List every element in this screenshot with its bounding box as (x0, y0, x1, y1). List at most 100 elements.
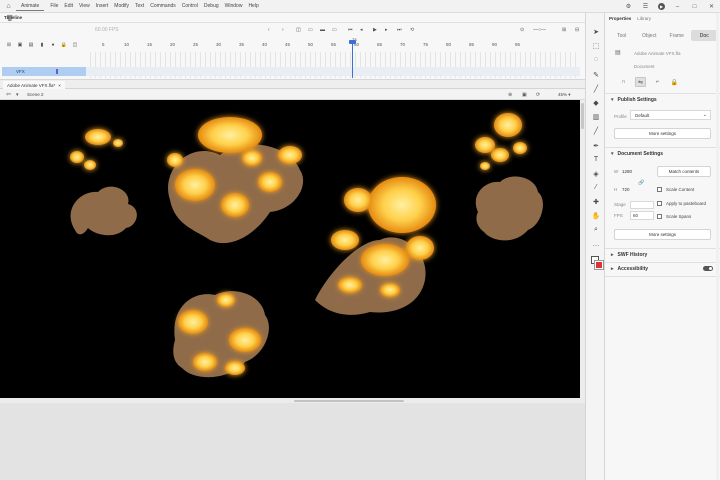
height-value[interactable]: 720 (622, 187, 630, 192)
accessibility-header[interactable]: ▸ Accessibility (611, 266, 648, 272)
go-last-icon[interactable]: ⏭ (397, 27, 402, 33)
highlight-layers-icon[interactable]: ▮ (39, 42, 45, 48)
accessibility-toggle[interactable] (703, 266, 713, 271)
eraser-tool-icon[interactable]: ◆ (591, 98, 601, 107)
snap-align-icon[interactable]: ⇋ (635, 77, 646, 87)
center-frame-icon[interactable]: ▭ (332, 27, 337, 33)
show-hide-icon[interactable]: ● (50, 42, 56, 48)
width-value[interactable]: 1280 (622, 169, 632, 174)
minimize-icon[interactable]: – (673, 2, 682, 11)
fit-icon[interactable]: ⊟ (575, 27, 579, 33)
onion-outline-icon[interactable]: ▭ (308, 27, 313, 33)
menu-help[interactable]: Help (248, 3, 258, 9)
publish-settings-header[interactable]: ▾ Publish Settings (611, 97, 657, 103)
profile-select[interactable]: Default ⌄ (630, 110, 711, 120)
go-first-icon[interactable]: ⏮ (348, 27, 353, 33)
outline-icon[interactable]: ◫ (72, 42, 78, 48)
more-tools-icon[interactable]: … (591, 240, 601, 249)
text-tool-icon[interactable]: T (591, 155, 601, 164)
link-icon[interactable]: 🔗 (638, 180, 644, 186)
camera-icon[interactable]: ⊙ (520, 27, 524, 33)
subtab-frame[interactable]: Frame (663, 30, 691, 41)
subtab-doc[interactable]: Doc (690, 30, 718, 41)
fps-field[interactable]: 60 (630, 211, 654, 220)
subtab-tool[interactable]: Tool (608, 30, 636, 41)
menu-debug[interactable]: Debug (204, 3, 219, 9)
lock-icon[interactable]: 🔒 (669, 77, 680, 87)
document-settings-header[interactable]: ▾ Document Settings (611, 151, 663, 157)
pencil-tool-icon[interactable]: ✎ (591, 70, 601, 79)
paint-bucket-tool-icon[interactable]: ◈ (591, 169, 601, 178)
play-icon[interactable]: ▶ (373, 27, 377, 33)
onion-skin-icon[interactable]: ◫ (296, 27, 301, 33)
document-more-settings-button[interactable]: More settings (614, 229, 711, 240)
line-tool-icon[interactable]: ╱ (591, 126, 601, 135)
workspace-icon[interactable]: ⚙ (624, 2, 633, 11)
playhead[interactable] (352, 42, 353, 78)
pen-tool-icon[interactable]: ✒ (591, 141, 601, 150)
menu-view[interactable]: View (79, 3, 90, 9)
menu-file[interactable]: File (50, 3, 58, 9)
fill-color-swatch[interactable] (594, 260, 604, 270)
layer-frames[interactable] (86, 67, 580, 76)
close-icon[interactable]: ✕ (707, 2, 716, 11)
match-contents-button[interactable]: Match contents (657, 166, 711, 177)
scale-content-checkbox[interactable] (657, 187, 662, 192)
test-movie-icon[interactable]: ▶ (658, 3, 665, 10)
selection-tool-icon[interactable]: ➤ (591, 27, 601, 36)
new-folder-icon[interactable]: ▣ (17, 42, 23, 48)
free-transform-tool-icon[interactable]: ⬚ (591, 41, 601, 50)
document-tab[interactable]: Adobe Animate VFX.fla* × (3, 81, 65, 89)
stage[interactable] (0, 100, 580, 398)
magnet-icon[interactable]: ∩ (618, 77, 629, 87)
new-layer-icon[interactable]: ⊞ (6, 42, 12, 48)
publish-more-settings-button[interactable]: More settings (614, 128, 711, 139)
maximize-icon[interactable]: □ (690, 2, 699, 11)
apply-pasteboard-checkbox[interactable] (657, 201, 662, 206)
stage-horizontal-thumb[interactable] (294, 400, 404, 402)
trash-icon[interactable]: 🗑 (6, 15, 14, 22)
tab-library[interactable]: Library (637, 16, 651, 24)
home-icon[interactable]: ⌂ (4, 2, 13, 11)
menu-modify[interactable]: Modify (114, 3, 129, 9)
swf-history-header[interactable]: ▸ SWF History (611, 252, 647, 258)
menu-commands[interactable]: Commands (150, 3, 176, 9)
loop-icon[interactable]: ⟲ (410, 27, 414, 33)
rectangle-tool-icon[interactable]: ▥ (591, 112, 601, 121)
zoom-slider[interactable]: —○— (533, 27, 546, 33)
zoom-tool-icon[interactable]: ⌕ (591, 225, 601, 234)
eyedropper-tool-icon[interactable]: ⁄ (591, 183, 601, 192)
bone-tool-icon[interactable]: ✚ (591, 197, 601, 206)
menu-window[interactable]: Window (225, 3, 243, 9)
properties-scrollbar[interactable] (716, 13, 719, 480)
delete-layer-icon[interactable]: ▤ (28, 42, 34, 48)
subtab-object[interactable]: Object (636, 30, 664, 41)
scale-spans-checkbox[interactable] (657, 214, 662, 219)
close-tab-icon[interactable]: × (58, 83, 61, 88)
brush-tool-icon[interactable]: ╱ (591, 84, 601, 93)
clip-content-icon[interactable]: ▣ (522, 92, 527, 98)
step-forward-icon[interactable]: ▸ (385, 27, 388, 33)
menu-insert[interactable]: Insert (96, 3, 109, 9)
timeline-options-icon[interactable]: ⊞ (562, 27, 566, 33)
menu-text[interactable]: Text (135, 3, 144, 9)
scene-name[interactable]: Scene 2 (27, 92, 44, 97)
menu-edit[interactable]: Edit (64, 3, 73, 9)
edit-multiple-icon[interactable]: ▬ (320, 27, 325, 33)
layer-row-vfx[interactable]: VFX (2, 67, 86, 76)
scene-icon[interactable]: ⇦ (6, 91, 11, 98)
menu-control[interactable]: Control (182, 3, 198, 9)
rotate-stage-icon[interactable]: ⟳ (536, 92, 540, 98)
prev-keyframe-icon[interactable]: ‹ (268, 27, 270, 33)
share-icon[interactable]: ☰ (641, 2, 650, 11)
fps-display[interactable]: 60.00 FPS (95, 27, 119, 33)
stage-center-icon[interactable]: ⊕ (508, 92, 512, 98)
stage-color-swatch[interactable] (630, 201, 654, 209)
lasso-tool-icon[interactable]: ◌ (591, 55, 601, 64)
edit-scene-icon[interactable]: ▾ (16, 92, 19, 98)
hand-tool-icon[interactable]: ✋ (591, 211, 601, 220)
step-back-icon[interactable]: ◂ (360, 27, 363, 33)
next-keyframe-icon[interactable]: › (282, 27, 284, 33)
corner-icon[interactable]: ⌐ (652, 77, 663, 87)
tab-properties[interactable]: Properties (609, 16, 631, 24)
